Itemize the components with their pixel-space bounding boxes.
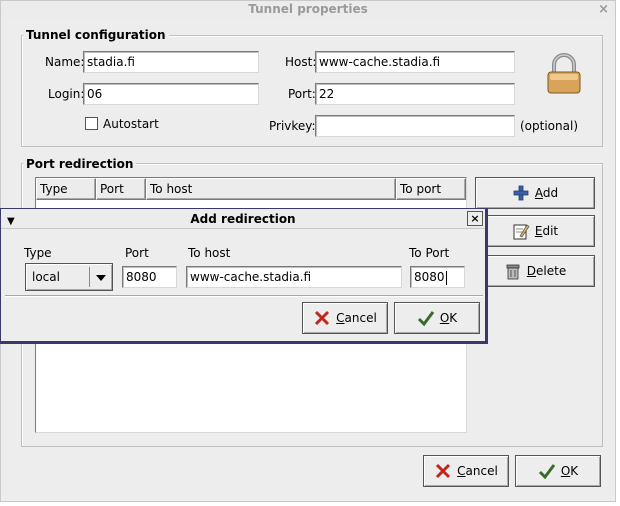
edit-button[interactable]: Edit xyxy=(475,215,595,247)
dialog-toport-value: 8080 xyxy=(414,270,445,284)
port-field[interactable]: 22 xyxy=(315,83,515,105)
type-combo-value: local xyxy=(32,270,60,284)
cancel-x-icon xyxy=(436,463,451,479)
host-label: Host: xyxy=(285,55,317,69)
dialog-ok-button[interactable]: OK xyxy=(394,302,480,334)
column-header-to-host[interactable]: To host xyxy=(146,178,396,200)
dialog-cancel-label: ancel xyxy=(344,311,377,325)
dialog-port-label: Port xyxy=(125,246,149,260)
padlock-icon xyxy=(547,53,581,94)
edit-note-icon xyxy=(513,224,530,240)
column-header-port[interactable]: Port xyxy=(96,178,146,200)
dialog-separator xyxy=(5,295,483,297)
name-label: Name: xyxy=(45,55,85,69)
add-label: dd xyxy=(542,186,559,200)
dialog-close-icon[interactable]: × xyxy=(467,211,483,226)
dialog-port-field[interactable]: 8080 xyxy=(122,266,177,288)
cancel-button[interactable]: Cancel xyxy=(423,455,509,487)
delete-button[interactable]: Delete xyxy=(475,255,595,287)
port-redirection-label: Port redirection xyxy=(23,157,137,171)
autostart-label: Autostart xyxy=(103,117,159,131)
autostart-checkbox[interactable] xyxy=(85,117,98,130)
dialog-tohost-label: To host xyxy=(188,246,231,260)
add-redirection-dialog: ▼ Add redirection × Type local Port 8080… xyxy=(0,208,488,344)
dialog-cancel-button[interactable]: Cancel xyxy=(302,302,388,334)
dialog-tohost-field[interactable]: www-cache.stadia.fi xyxy=(186,266,402,288)
dialog-toport-label: To Port xyxy=(409,246,450,260)
login-field[interactable]: 06 xyxy=(83,83,259,105)
dialog-cancel-mnemonic: C xyxy=(336,311,345,325)
type-combo[interactable]: local xyxy=(25,263,113,291)
window-close-icon[interactable]: × xyxy=(598,1,609,18)
ok-label: K xyxy=(570,464,579,478)
dialog-toport-field[interactable]: 8080 xyxy=(410,266,465,288)
privkey-optional-hint: (optional) xyxy=(520,119,578,133)
add-button[interactable]: Add xyxy=(475,177,595,209)
delete-label: elete xyxy=(536,264,567,278)
trash-can-icon xyxy=(506,264,520,280)
ok-mnemonic: O xyxy=(560,464,571,478)
cancel-x-icon xyxy=(315,310,330,326)
dialog-ok-label: K xyxy=(449,311,458,325)
dialog-title: Add redirection xyxy=(190,212,296,226)
window-title: Tunnel properties xyxy=(248,2,368,16)
column-header-to-port[interactable]: To port xyxy=(396,178,466,200)
ok-button[interactable]: OK xyxy=(515,455,601,487)
privkey-label: Privkey: xyxy=(269,119,316,133)
column-header-type[interactable]: Type xyxy=(36,178,96,200)
host-field[interactable]: www-cache.stadia.fi xyxy=(315,51,515,73)
ok-check-icon xyxy=(538,464,556,480)
text-caret xyxy=(445,270,447,285)
window-titlebar[interactable]: Tunnel properties × xyxy=(1,1,615,19)
tunnel-configuration-label: Tunnel configuration xyxy=(23,28,169,42)
port-label: Port: xyxy=(288,87,316,101)
dialog-titlebar[interactable]: ▼ Add redirection × xyxy=(1,209,485,229)
privkey-field[interactable] xyxy=(315,115,515,137)
dialog-type-label: Type xyxy=(24,246,52,260)
edit-label: dit xyxy=(542,224,559,238)
name-field[interactable]: stadia.fi xyxy=(83,51,259,73)
add-mnemonic: A xyxy=(534,186,543,200)
login-label: Login: xyxy=(48,87,85,101)
delete-mnemonic: D xyxy=(526,264,537,278)
ok-check-icon xyxy=(417,311,435,327)
cancel-mnemonic: C xyxy=(457,464,466,478)
type-combo-separator xyxy=(89,267,90,287)
chevron-down-icon xyxy=(96,275,106,281)
cancel-label: ancel xyxy=(465,464,498,478)
plus-icon xyxy=(513,185,529,201)
dialog-ok-mnemonic: O xyxy=(439,311,450,325)
dialog-menu-arrow-icon[interactable]: ▼ xyxy=(7,212,15,232)
